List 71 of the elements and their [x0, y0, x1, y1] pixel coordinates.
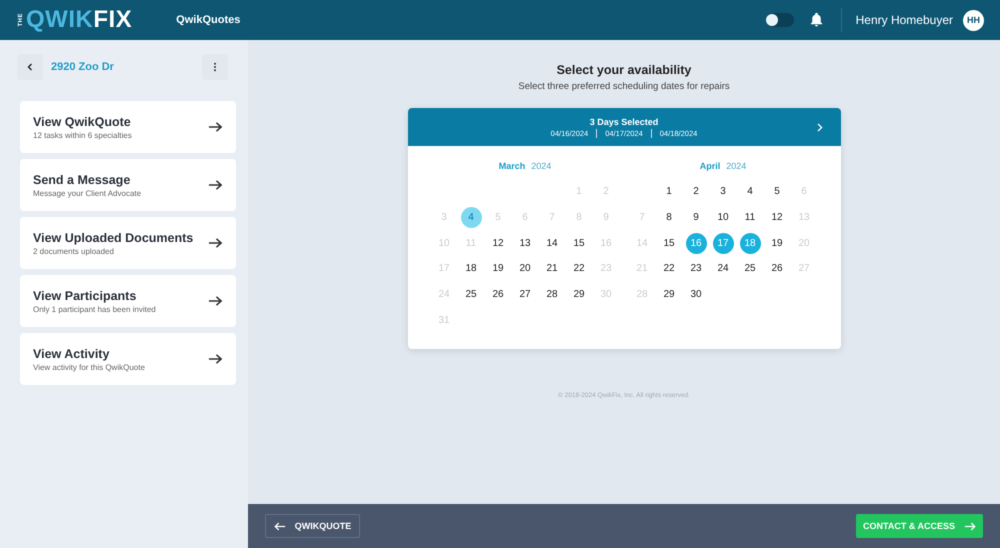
arrow-right-icon [208, 179, 223, 191]
calendar-day[interactable]: 22 [568, 258, 590, 280]
card-title: View QwikQuote [33, 114, 132, 128]
calendar-day[interactable]: 22 [658, 258, 680, 280]
arrow-right-icon [208, 121, 223, 133]
calendar-day[interactable]: 2 [686, 181, 706, 202]
card-subtitle: 2 documents uploaded [33, 246, 115, 256]
card-title: Send a Message [33, 172, 132, 186]
arrow-right-icon [208, 237, 223, 249]
page-heading: Select your availability [556, 63, 692, 77]
calendar-day[interactable]: 3 [712, 181, 734, 202]
calendar-day[interactable]: 27 [514, 284, 536, 306]
month-name: April [700, 161, 720, 171]
chevron-left-icon [25, 62, 35, 72]
card-subtitle: View activity for this QwikQuote [33, 362, 146, 372]
back-button[interactable] [17, 54, 43, 80]
property-title: 2920 Zoo Dr [51, 61, 114, 73]
arrow-right-icon [208, 353, 223, 365]
card-title: View Participants [33, 288, 138, 302]
arrow-left-icon [274, 522, 286, 530]
calendar-day[interactable]: 13 [514, 232, 536, 254]
calendar-day[interactable]: 12 [766, 207, 788, 228]
calendar-day[interactable]: 26 [488, 284, 508, 306]
calendar-day[interactable]: 20 [514, 258, 536, 280]
month-year: 2024 [531, 161, 552, 171]
calendar-day[interactable]: 12 [488, 232, 508, 254]
user-name[interactable]: Henry Homebuyer [856, 13, 953, 27]
theme-toggle[interactable] [766, 13, 794, 27]
calendar-day[interactable]: 15 [658, 232, 680, 254]
menu-card[interactable]: View Activity View activity for this QwikQuote [20, 333, 236, 385]
calendar-day[interactable]: 28 [542, 284, 562, 306]
calendar-day[interactable]: 26 [766, 258, 788, 280]
month-year: 2024 [726, 161, 746, 171]
avatar[interactable]: HH [963, 10, 984, 30]
menu-card[interactable]: View QwikQuote 12 tasks within 6 specialties [20, 101, 236, 153]
calendar-day[interactable]: 21 [542, 258, 562, 280]
calendar-day[interactable]: 4 [740, 181, 760, 202]
arrow-right-icon [964, 522, 976, 530]
selection-summary: 3 Days Selected [590, 116, 658, 126]
month-name: March [498, 161, 526, 171]
arrow-right-icon [208, 295, 223, 307]
calendar-day[interactable]: 8 [658, 207, 680, 228]
calendar-day[interactable]: 24 [712, 258, 734, 280]
calendar-day[interactable]: 25 [740, 258, 760, 280]
menu-card[interactable]: Send a Message Message your Client Advocate [20, 159, 236, 211]
calendar-day[interactable]: 29 [658, 284, 680, 306]
nav-link[interactable]: QwikQuotes [176, 14, 240, 26]
card-title: View Activity [33, 346, 110, 360]
calendar-day[interactable]: 19 [766, 232, 788, 254]
page-subheading: Select three preferred scheduling dates for repairs [518, 81, 730, 92]
calendar-day[interactable]: 15 [568, 232, 590, 254]
calendar-day[interactable]: 29 [568, 284, 590, 306]
back-to-quote-button[interactable]: QWIKQUOTE [265, 514, 360, 538]
calendar-day[interactable]: 9 [686, 207, 706, 228]
calendar-day[interactable]: 19 [488, 258, 508, 280]
chevron-right-icon[interactable] [816, 122, 824, 133]
calendar-day[interactable]: 10 [712, 207, 734, 228]
menu-card[interactable]: View Uploaded Documents 2 documents uploaded [20, 217, 236, 269]
calendar-day[interactable]: 5 [766, 181, 788, 202]
calendar-day[interactable]: 18 [460, 258, 482, 280]
calendar-day[interactable]: 23 [686, 258, 706, 280]
calendar-day[interactable]: 30 [686, 284, 706, 306]
card-title: View Uploaded Documents [33, 230, 194, 244]
card-subtitle: Message your Client Advocate [33, 188, 142, 198]
menu-card[interactable]: View Participants Only 1 participant has been invited [20, 275, 236, 327]
calendar-day[interactable]: 14 [542, 232, 562, 254]
card-subtitle: Only 1 participant has been invited [33, 304, 157, 314]
calendar-day[interactable]: 25 [460, 284, 482, 306]
calendar-day[interactable]: 11 [740, 207, 760, 228]
card-subtitle: 12 tasks within 6 specialties [33, 130, 133, 140]
calendar-day[interactable]: 1 [658, 181, 680, 202]
